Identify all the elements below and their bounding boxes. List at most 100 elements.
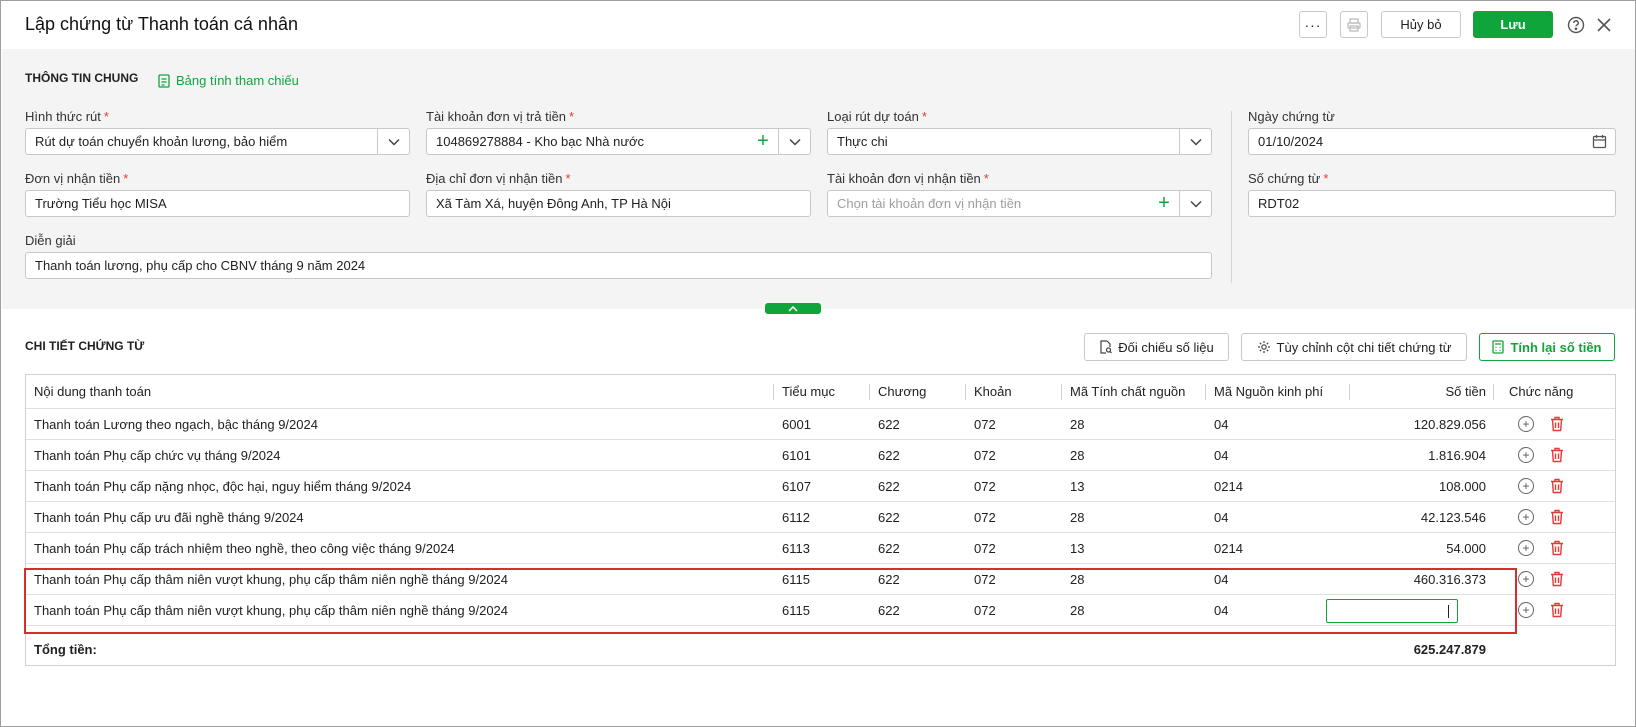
cell-amount[interactable]: 1.816.904 bbox=[1350, 440, 1494, 470]
withdraw-type-select[interactable]: Rút dự toán chuyển khoản lương, bảo hiểm bbox=[25, 128, 410, 155]
voucher-no-input[interactable]: RDT02 bbox=[1248, 190, 1616, 217]
customize-columns-button[interactable]: Tùy chỉnh cột chi tiết chứng từ bbox=[1241, 333, 1467, 361]
cell-chapter[interactable]: 622 bbox=[870, 471, 966, 501]
cell-chapter[interactable]: 622 bbox=[870, 533, 966, 563]
cancel-button[interactable]: Hủy bỏ bbox=[1381, 11, 1461, 38]
table-row[interactable]: Thanh toán Phụ cấp thâm niên vượt khung,… bbox=[26, 595, 1615, 626]
recalculate-button[interactable]: Tính lại số tiền bbox=[1479, 333, 1615, 361]
cell-sub-item[interactable]: 6107 bbox=[774, 471, 870, 501]
cell-item[interactable]: 072 bbox=[966, 564, 1062, 594]
trash-icon[interactable] bbox=[1550, 509, 1564, 525]
cell-amount[interactable]: 54.000 bbox=[1350, 533, 1494, 563]
col-sub-item[interactable]: Tiểu mục bbox=[774, 375, 870, 408]
trash-icon[interactable] bbox=[1550, 571, 1564, 587]
cell-source-nature[interactable]: 13 bbox=[1062, 471, 1206, 501]
cell-chapter[interactable]: 622 bbox=[870, 409, 966, 439]
chevron-down-icon[interactable] bbox=[1179, 191, 1211, 216]
cell-fund-source[interactable]: 04 bbox=[1206, 409, 1350, 439]
cell-source-nature[interactable]: 28 bbox=[1062, 502, 1206, 532]
cell-content[interactable]: Thanh toán Phụ cấp trách nhiệm theo nghề… bbox=[26, 533, 774, 563]
estimate-type-select[interactable]: Thực chi bbox=[827, 128, 1212, 155]
cell-sub-item[interactable]: 6101 bbox=[774, 440, 870, 470]
receiver-account-select[interactable]: Chọn tài khoản đơn vị nhận tiền + bbox=[827, 190, 1212, 217]
cell-sub-item[interactable]: 6113 bbox=[774, 533, 870, 563]
voucher-date-field[interactable]: 01/10/2024 bbox=[1248, 128, 1616, 155]
cell-content[interactable]: Thanh toán Phụ cấp chức vụ tháng 9/2024 bbox=[26, 440, 774, 470]
add-row-icon[interactable]: + bbox=[1518, 571, 1534, 587]
col-source-nature[interactable]: Mã Tính chất nguồn bbox=[1062, 375, 1206, 408]
cell-sub-item[interactable]: 6115 bbox=[774, 564, 870, 594]
table-row[interactable]: Thanh toán Lương theo ngạch, bậc tháng 9… bbox=[26, 409, 1615, 440]
amount-edit-input[interactable] bbox=[1326, 599, 1458, 623]
close-button[interactable] bbox=[1593, 14, 1615, 36]
cell-item[interactable]: 072 bbox=[966, 533, 1062, 563]
cell-content[interactable]: Thanh toán Lương theo ngạch, bậc tháng 9… bbox=[26, 409, 774, 439]
col-chapter[interactable]: Chương bbox=[870, 375, 966, 408]
cell-item[interactable]: 072 bbox=[966, 409, 1062, 439]
cell-source-nature[interactable]: 13 bbox=[1062, 533, 1206, 563]
cell-content[interactable]: Thanh toán Phụ cấp nặng nhọc, độc hại, n… bbox=[26, 471, 774, 501]
trash-icon[interactable] bbox=[1550, 478, 1564, 494]
chevron-down-icon[interactable] bbox=[1179, 129, 1211, 154]
cell-item[interactable]: 072 bbox=[966, 595, 1062, 625]
cell-sub-item[interactable]: 6001 bbox=[774, 409, 870, 439]
cell-fund-source[interactable]: 04 bbox=[1206, 440, 1350, 470]
table-row[interactable]: Thanh toán Phụ cấp thâm niên vượt khung,… bbox=[26, 564, 1615, 595]
add-row-icon[interactable]: + bbox=[1518, 478, 1534, 494]
add-icon[interactable]: + bbox=[1149, 191, 1179, 216]
table-row[interactable]: Thanh toán Phụ cấp nặng nhọc, độc hại, n… bbox=[26, 471, 1615, 502]
save-button[interactable]: Lưu bbox=[1473, 11, 1553, 38]
cell-source-nature[interactable]: 28 bbox=[1062, 595, 1206, 625]
chevron-down-icon[interactable] bbox=[377, 129, 409, 154]
cell-amount[interactable]: 120.829.056 bbox=[1350, 409, 1494, 439]
trash-icon[interactable] bbox=[1550, 447, 1564, 463]
cell-chapter[interactable]: 622 bbox=[870, 595, 966, 625]
description-input[interactable]: Thanh toán lương, phụ cấp cho CBNV tháng… bbox=[25, 252, 1212, 279]
cell-source-nature[interactable]: 28 bbox=[1062, 409, 1206, 439]
col-content[interactable]: Nội dung thanh toán bbox=[26, 375, 774, 408]
reference-sheet-link[interactable]: Bảng tính tham chiếu bbox=[158, 73, 299, 88]
cell-content[interactable]: Thanh toán Phụ cấp ưu đãi nghề tháng 9/2… bbox=[26, 502, 774, 532]
reconcile-button[interactable]: Đối chiếu số liệu bbox=[1084, 333, 1229, 361]
add-row-icon[interactable]: + bbox=[1518, 509, 1534, 525]
col-item[interactable]: Khoản bbox=[966, 375, 1062, 408]
help-button[interactable] bbox=[1565, 14, 1587, 36]
add-icon[interactable]: + bbox=[748, 129, 778, 154]
cell-source-nature[interactable]: 28 bbox=[1062, 564, 1206, 594]
receiver-address-input[interactable]: Xã Tàm Xá, huyện Đông Anh, TP Hà Nội bbox=[426, 190, 811, 217]
cell-chapter[interactable]: 622 bbox=[870, 502, 966, 532]
cell-amount[interactable]: 460.316.373 bbox=[1350, 564, 1494, 594]
add-row-icon[interactable]: + bbox=[1518, 602, 1534, 618]
trash-icon[interactable] bbox=[1550, 540, 1564, 556]
collapse-toggle[interactable] bbox=[765, 303, 821, 314]
cell-chapter[interactable]: 622 bbox=[870, 440, 966, 470]
trash-icon[interactable] bbox=[1550, 416, 1564, 432]
chevron-down-icon[interactable] bbox=[778, 129, 810, 154]
cell-amount[interactable]: 108.000 bbox=[1350, 471, 1494, 501]
add-row-icon[interactable]: + bbox=[1518, 447, 1534, 463]
calendar-icon[interactable] bbox=[1583, 129, 1615, 154]
cell-source-nature[interactable]: 28 bbox=[1062, 440, 1206, 470]
cell-amount[interactable]: 42.123.546 bbox=[1350, 502, 1494, 532]
payer-account-select[interactable]: 104869278884 - Kho bạc Nhà nước + bbox=[426, 128, 811, 155]
print-button[interactable] bbox=[1340, 11, 1368, 38]
receiver-input[interactable]: Trường Tiểu học MISA bbox=[25, 190, 410, 217]
cell-sub-item[interactable]: 6112 bbox=[774, 502, 870, 532]
cell-content[interactable]: Thanh toán Phụ cấp thâm niên vượt khung,… bbox=[26, 595, 774, 625]
cell-item[interactable]: 072 bbox=[966, 440, 1062, 470]
cell-fund-source[interactable]: 0214 bbox=[1206, 533, 1350, 563]
cell-item[interactable]: 072 bbox=[966, 471, 1062, 501]
cell-sub-item[interactable]: 6115 bbox=[774, 595, 870, 625]
cell-content[interactable]: Thanh toán Phụ cấp thâm niên vượt khung,… bbox=[26, 564, 774, 594]
cell-fund-source[interactable]: 04 bbox=[1206, 502, 1350, 532]
more-button[interactable]: ··· bbox=[1299, 11, 1327, 38]
add-row-icon[interactable]: + bbox=[1518, 540, 1534, 556]
cell-fund-source[interactable]: 0214 bbox=[1206, 471, 1350, 501]
table-row[interactable]: Thanh toán Phụ cấp ưu đãi nghề tháng 9/2… bbox=[26, 502, 1615, 533]
table-row[interactable]: Thanh toán Phụ cấp chức vụ tháng 9/2024 6… bbox=[26, 440, 1615, 471]
cell-fund-source[interactable]: 04 bbox=[1206, 564, 1350, 594]
col-fund-source[interactable]: Mã Nguồn kinh phí bbox=[1206, 375, 1350, 408]
cell-chapter[interactable]: 622 bbox=[870, 564, 966, 594]
cell-item[interactable]: 072 bbox=[966, 502, 1062, 532]
trash-icon[interactable] bbox=[1550, 602, 1564, 618]
